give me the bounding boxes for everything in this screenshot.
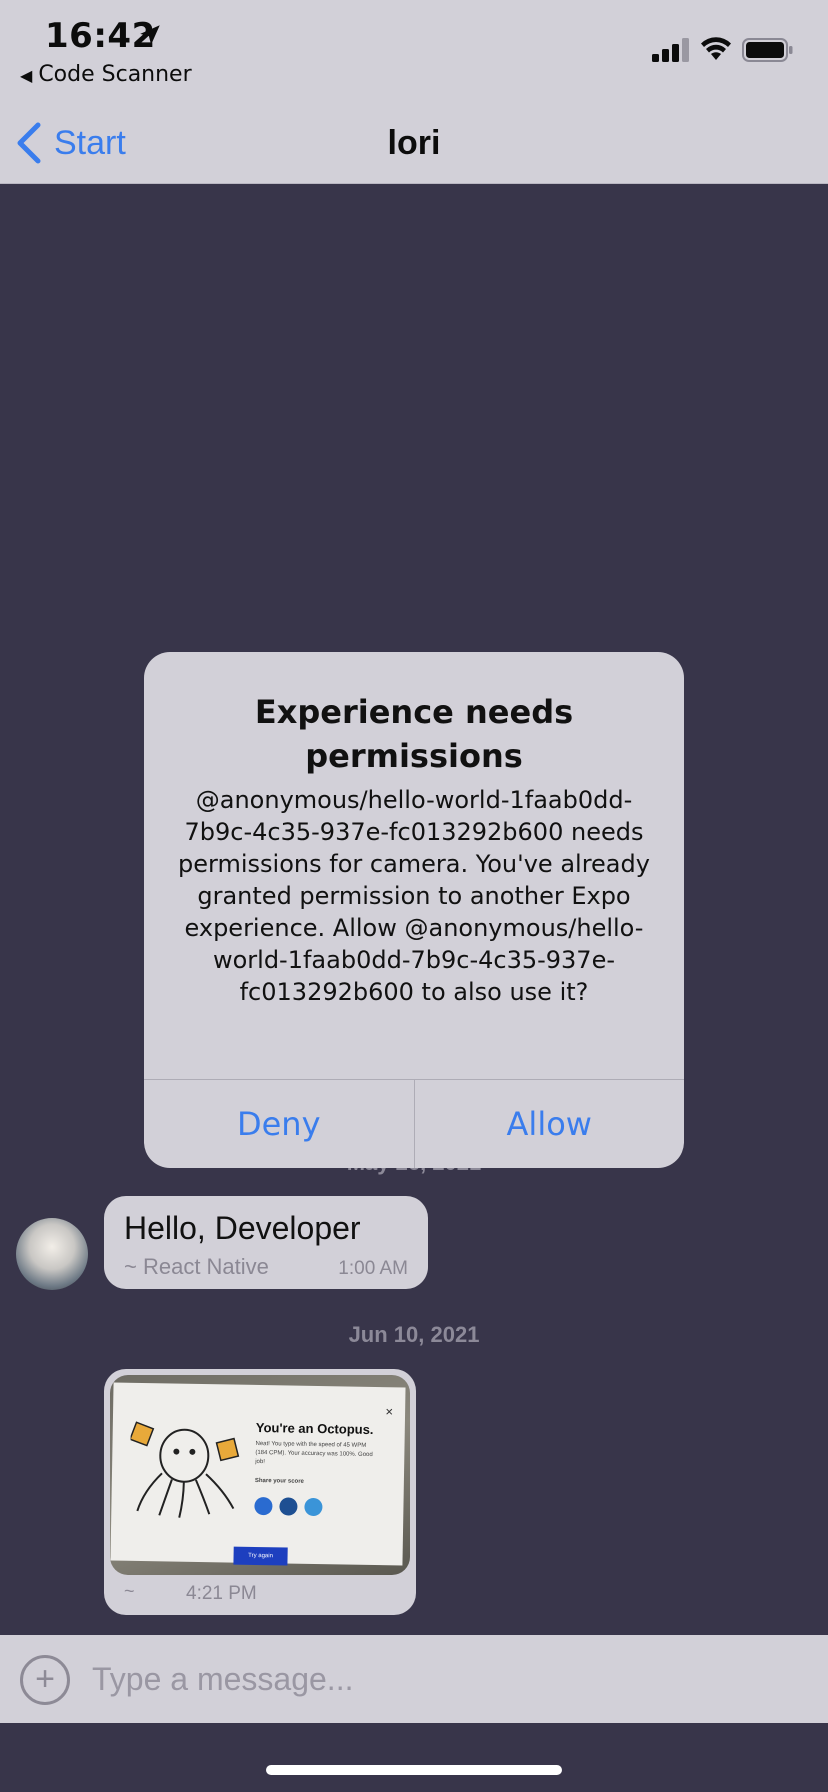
top-bar: 16:42 ◀ Code Scanner Start lori — [0, 0, 828, 184]
twitter-icon — [304, 1497, 323, 1517]
wifi-icon — [701, 37, 731, 60]
date-separator: Jun 10, 2021 — [348, 1322, 480, 1347]
linkedin-icon — [279, 1497, 298, 1516]
composer-bar: + — [0, 1635, 828, 1723]
permission-alert-dialog: Experience needs permissions @anonymous/… — [144, 652, 684, 1168]
battery-icon — [742, 38, 793, 62]
message-sender: ~ — [124, 1581, 135, 1601]
back-app-label: Code Scanner — [38, 62, 192, 87]
photo-close-icon: ✕ — [384, 1407, 394, 1419]
status-bar: 16:42 ◀ Code Scanner — [0, 0, 828, 96]
add-attachment-button[interactable]: + — [20, 1655, 70, 1705]
photo-screen-content: You're an Octopus. Neat! You type with t… — [110, 1382, 406, 1566]
message-photo[interactable]: You're an Octopus. Neat! You type with t… — [110, 1375, 410, 1575]
message-text: Hello, Developer — [124, 1210, 361, 1246]
photo-title: You're an Octopus. — [255, 1419, 374, 1438]
alert-message: @anonymous/hello-world-1faab0dd-7b9c-4c3… — [178, 786, 650, 1006]
back-triangle-icon: ◀ — [20, 66, 33, 85]
photo-text: Neat! You type with the speed of 45 WPM … — [255, 1440, 373, 1466]
share-icons — [114, 1382, 406, 1517]
deny-button[interactable]: Deny — [144, 1080, 414, 1168]
message-time: 4:21 PM — [186, 1583, 257, 1604]
octopus-illustration — [129, 1421, 240, 1518]
message-bubble[interactable]: Hello, Developer ~ React Native 1:00 AM — [104, 1196, 428, 1289]
message-input[interactable] — [92, 1651, 792, 1707]
navigation-bar: Start lori — [0, 104, 828, 184]
photo-share-label: Share your score — [254, 1477, 304, 1485]
image-message-bubble[interactable]: You're an Octopus. Neat! You type with t… — [104, 1369, 416, 1615]
home-indicator[interactable] — [266, 1765, 562, 1775]
facebook-icon — [254, 1496, 273, 1516]
message-sender: ~ React Native — [124, 1254, 269, 1279]
page-title: lori — [387, 124, 441, 162]
alert-title: Experience needs permissions — [254, 693, 574, 775]
message-time: 1:00 AM — [338, 1258, 408, 1279]
location-arrow-icon — [140, 25, 160, 45]
avatar[interactable] — [16, 1218, 88, 1290]
back-to-app-link[interactable]: ◀ Code Scanner — [20, 62, 192, 87]
allow-button[interactable]: Allow — [413, 1080, 685, 1168]
cellular-signal-icon — [652, 38, 689, 62]
photo-try-again-button: Try again — [233, 1546, 288, 1566]
alert-actions: Deny Allow — [144, 1079, 684, 1168]
